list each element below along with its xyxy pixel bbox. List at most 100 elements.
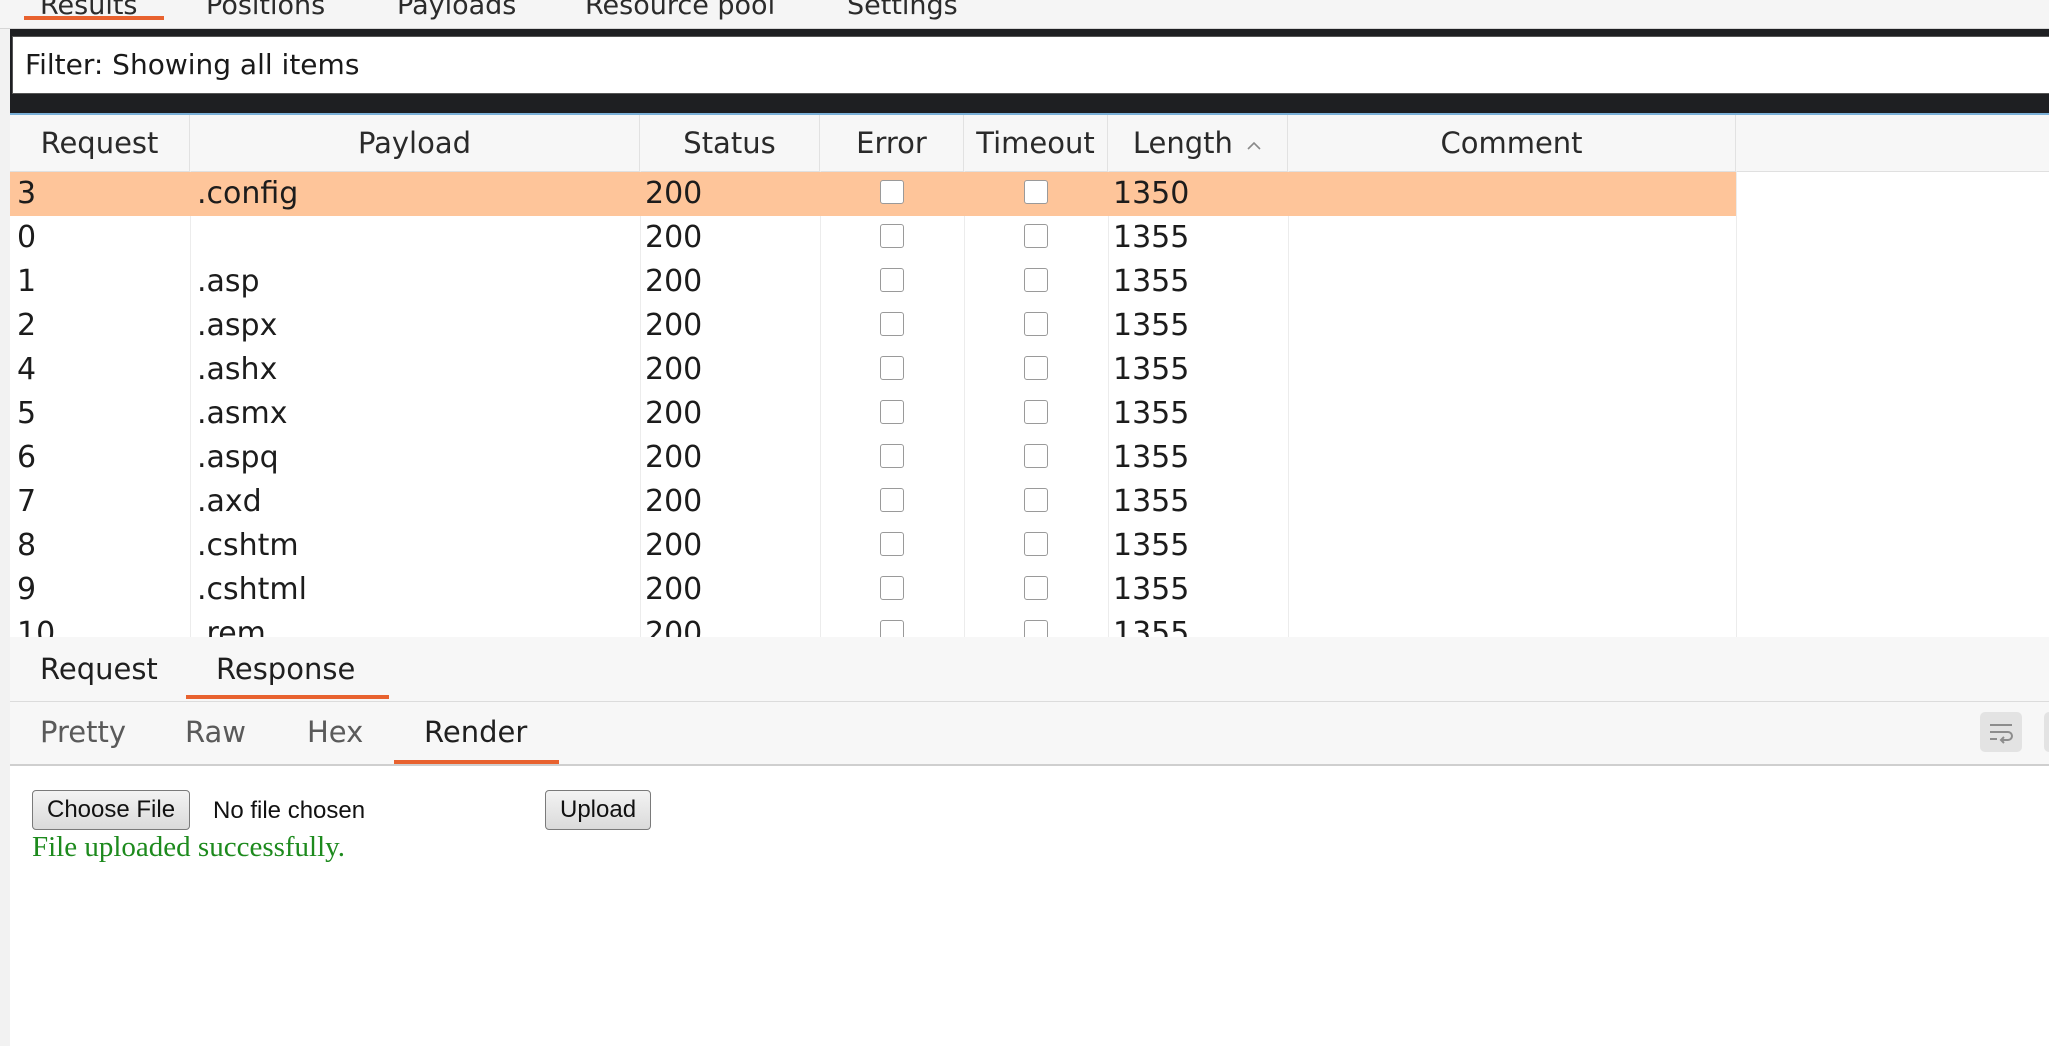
column-header-payload[interactable]: Payload xyxy=(190,115,640,171)
timeout-checkbox[interactable] xyxy=(1024,312,1048,336)
cell-length: 1355 xyxy=(1113,264,1190,299)
message-tab-bar: Request Response xyxy=(10,637,2049,702)
intruder-window: Results Positions Payloads Resource pool… xyxy=(0,0,2049,1046)
timeout-checkbox[interactable] xyxy=(1024,224,1048,248)
choose-file-button[interactable]: Choose File xyxy=(32,790,191,830)
column-header-status[interactable]: Status xyxy=(640,115,820,171)
cell-request: 0 xyxy=(17,220,37,255)
cell-length: 1355 xyxy=(1113,616,1190,639)
timeout-checkbox[interactable] xyxy=(1024,444,1048,468)
error-checkbox[interactable] xyxy=(880,312,904,336)
render-view: Choose File No file chosen Upload File u… xyxy=(10,767,2049,1046)
table-row[interactable]: 5 .asmx 200 1355 xyxy=(10,392,1736,436)
tab-response[interactable]: Response xyxy=(185,647,390,699)
column-header-error[interactable]: Error xyxy=(820,115,964,171)
tab-payloads[interactable]: Payloads xyxy=(397,0,516,26)
results-table: Request Payload Status Error Timeout Len… xyxy=(10,113,2049,639)
cell-payload: .asp xyxy=(197,264,260,299)
cell-payload: .config xyxy=(197,176,299,211)
cell-length: 1355 xyxy=(1113,396,1190,431)
left-edge xyxy=(0,0,10,1046)
tab-raw[interactable]: Raw xyxy=(185,710,246,754)
cell-payload: .axd xyxy=(197,484,262,519)
tab-render[interactable]: Render xyxy=(393,710,560,764)
cell-payload: .cshtm xyxy=(197,528,299,563)
cell-status: 200 xyxy=(645,440,703,475)
column-header-request[interactable]: Request xyxy=(10,115,190,171)
cell-status: 200 xyxy=(645,308,703,343)
table-row[interactable]: 3 .config 200 1350 xyxy=(10,172,1736,216)
error-checkbox[interactable] xyxy=(880,180,904,204)
tab-pretty[interactable]: Pretty xyxy=(40,710,126,754)
cell-status: 200 xyxy=(645,264,703,299)
table-header: Request Payload Status Error Timeout Len… xyxy=(10,115,2049,172)
message-editor: Request Response Pretty Raw Hex Render C… xyxy=(10,637,2049,1046)
top-tab-bar: Results Positions Payloads Resource pool… xyxy=(0,0,2049,29)
timeout-checkbox[interactable] xyxy=(1024,356,1048,380)
cell-length: 1355 xyxy=(1113,440,1190,475)
cell-length: 1355 xyxy=(1113,352,1190,387)
timeout-checkbox[interactable] xyxy=(1024,268,1048,292)
cell-payload: .aspx xyxy=(197,308,278,343)
cell-request: 1 xyxy=(17,264,37,299)
cell-request: 2 xyxy=(17,308,37,343)
column-divider xyxy=(1736,171,1737,637)
error-checkbox[interactable] xyxy=(880,444,904,468)
tab-resource-pool[interactable]: Resource pool xyxy=(585,0,775,26)
table-row[interactable]: 7 .axd 200 1355 xyxy=(10,480,1736,524)
cell-request: 8 xyxy=(17,528,37,563)
cell-payload: .ashx xyxy=(197,352,278,387)
timeout-checkbox[interactable] xyxy=(1024,576,1048,600)
error-checkbox[interactable] xyxy=(880,356,904,380)
upload-success-message: File uploaded successfully. xyxy=(32,831,346,863)
table-row[interactable]: 1 .asp 200 1355 xyxy=(10,260,1736,304)
column-header-timeout[interactable]: Timeout xyxy=(964,115,1108,171)
error-checkbox[interactable] xyxy=(880,532,904,556)
cell-payload: .cshtml xyxy=(197,572,307,607)
cell-payload: .asmx xyxy=(197,396,288,431)
cell-status: 200 xyxy=(645,220,703,255)
tab-positions[interactable]: Positions xyxy=(206,0,325,26)
options-icon[interactable] xyxy=(2044,712,2049,752)
column-header-length-label: Length xyxy=(1132,126,1233,160)
timeout-checkbox[interactable] xyxy=(1024,488,1048,512)
no-file-label: No file chosen xyxy=(213,797,366,824)
tab-results[interactable]: Results xyxy=(24,0,163,26)
error-checkbox[interactable] xyxy=(880,268,904,292)
cell-payload: .rem xyxy=(197,616,266,639)
table-row[interactable]: 10 .rem 200 1355 xyxy=(10,612,1736,639)
error-checkbox[interactable] xyxy=(880,488,904,512)
cell-status: 200 xyxy=(645,352,703,387)
cell-status: 200 xyxy=(645,616,703,639)
table-row[interactable]: 0 200 1355 xyxy=(10,216,1736,260)
filter-text: Filter: Showing all items xyxy=(25,48,360,81)
tab-request[interactable]: Request xyxy=(40,647,158,691)
filter-bar[interactable]: Filter: Showing all items xyxy=(12,36,2049,94)
error-checkbox[interactable] xyxy=(880,576,904,600)
column-header-length[interactable]: Length xyxy=(1108,115,1288,171)
cell-request: 6 xyxy=(17,440,37,475)
error-checkbox[interactable] xyxy=(880,400,904,424)
cell-request: 4 xyxy=(17,352,37,387)
table-row[interactable]: 8 .cshtm 200 1355 xyxy=(10,524,1736,568)
cell-status: 200 xyxy=(645,396,703,431)
cell-status: 200 xyxy=(645,528,703,563)
table-row[interactable]: 4 .ashx 200 1355 xyxy=(10,348,1736,392)
text-wrap-icon[interactable] xyxy=(1980,712,2022,752)
error-checkbox[interactable] xyxy=(880,224,904,248)
table-row[interactable]: 9 .cshtml 200 1355 xyxy=(10,568,1736,612)
sort-asc-icon xyxy=(1247,141,1261,150)
timeout-checkbox[interactable] xyxy=(1024,400,1048,424)
cell-request: 5 xyxy=(17,396,37,431)
timeout-checkbox[interactable] xyxy=(1024,532,1048,556)
timeout-checkbox[interactable] xyxy=(1024,180,1048,204)
column-header-comment[interactable]: Comment xyxy=(1288,115,1736,171)
cell-length: 1355 xyxy=(1113,572,1190,607)
upload-button[interactable]: Upload xyxy=(545,790,652,830)
cell-status: 200 xyxy=(645,176,703,211)
tab-settings[interactable]: Settings xyxy=(847,0,958,26)
cell-length: 1355 xyxy=(1113,220,1190,255)
table-row[interactable]: 2 .aspx 200 1355 xyxy=(10,304,1736,348)
table-row[interactable]: 6 .aspq 200 1355 xyxy=(10,436,1736,480)
tab-hex[interactable]: Hex xyxy=(307,710,363,754)
